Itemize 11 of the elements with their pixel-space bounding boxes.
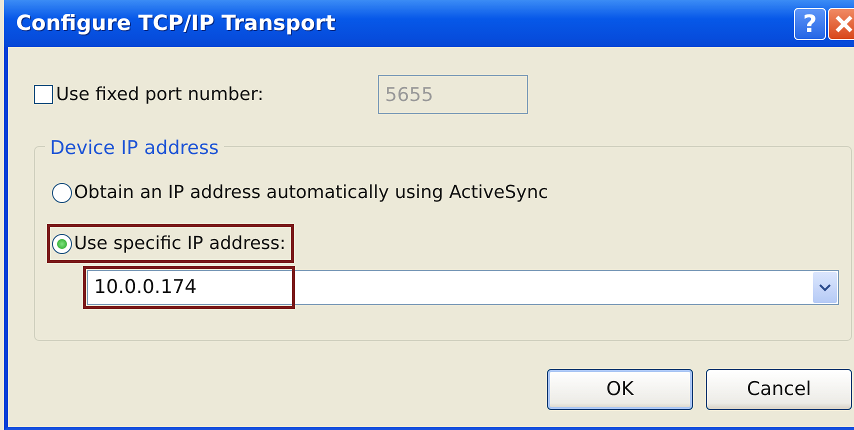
close-button[interactable] — [828, 8, 854, 40]
close-icon[interactable] — [834, 14, 854, 34]
window-title: Configure TCP/IP Transport — [16, 10, 336, 37]
ok-button[interactable]: OK — [547, 369, 693, 410]
radio-label[interactable]: Use specific IP address: — [74, 230, 286, 257]
help-button[interactable]: ? — [794, 8, 826, 40]
cancel-button[interactable]: Cancel — [706, 369, 852, 410]
field-value: 10.0.0.174 — [93, 275, 197, 300]
radio-button[interactable] — [52, 182, 72, 202]
radio-label[interactable]: Obtain an IP address automatically using ActiveSync — [74, 179, 548, 206]
radio-button[interactable] — [52, 234, 72, 254]
